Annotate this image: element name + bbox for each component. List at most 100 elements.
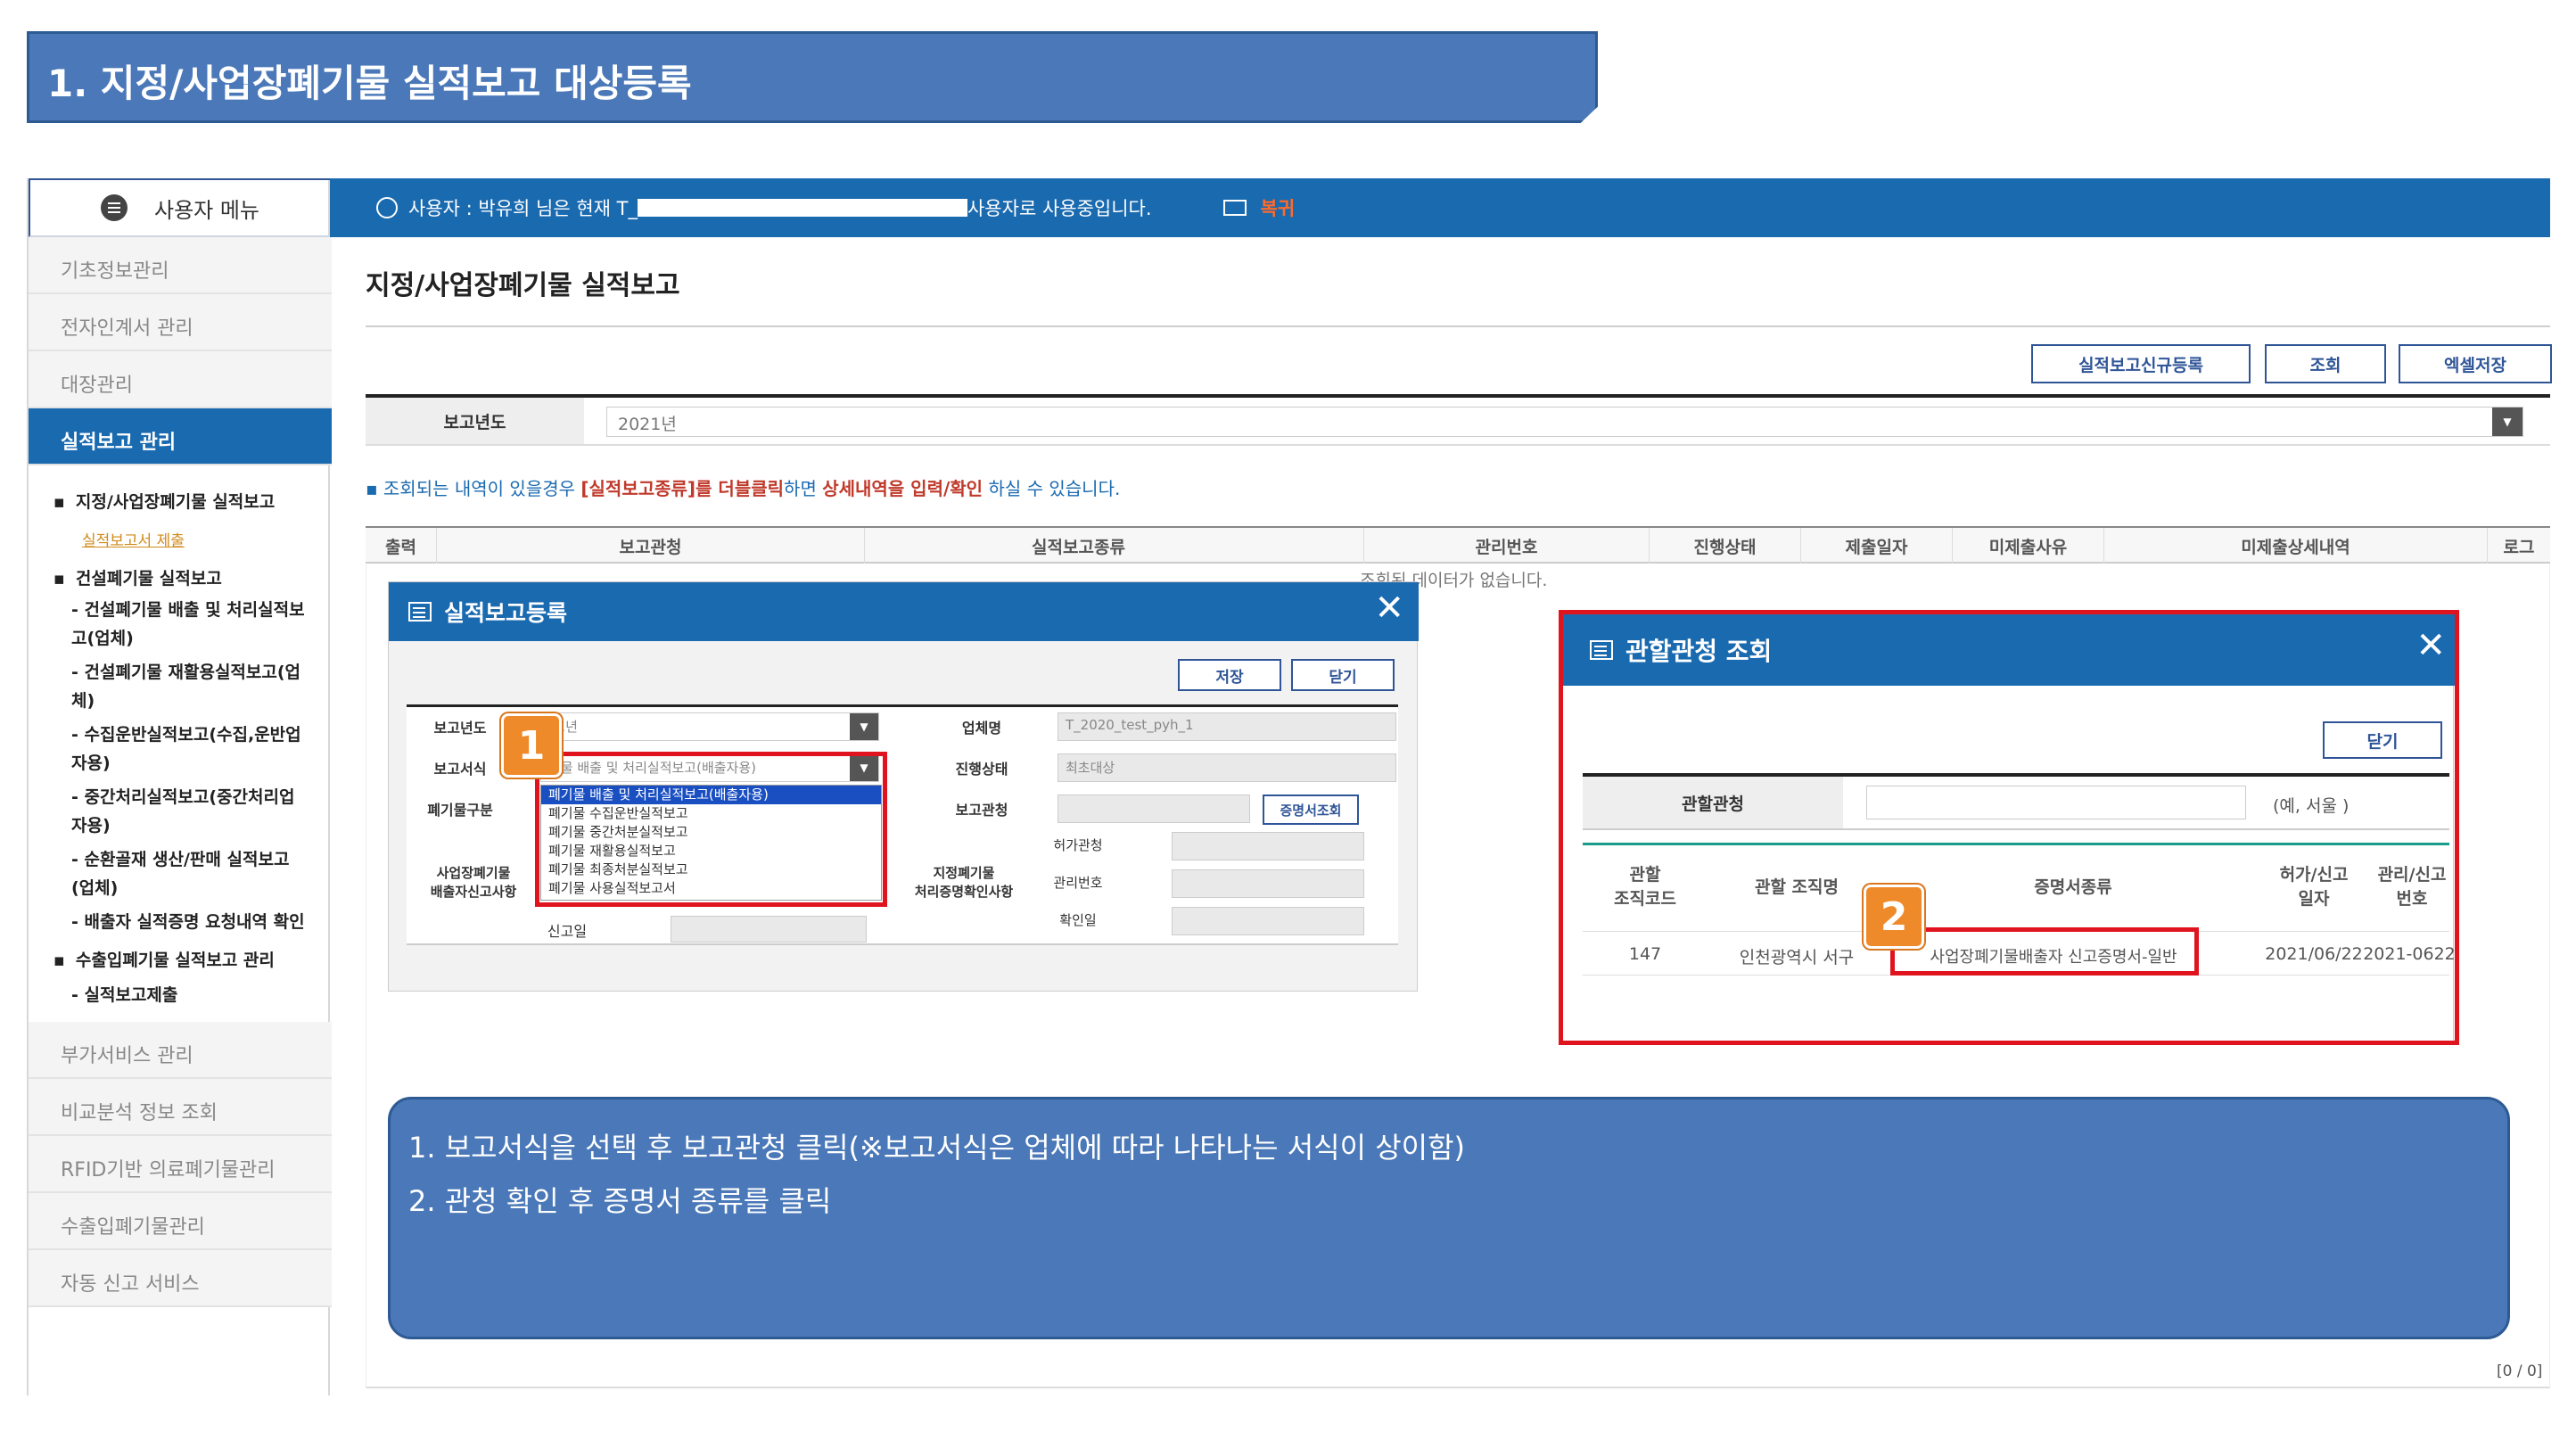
sidebar-item-comparison[interactable]: 비교분석 정보 조회 xyxy=(29,1079,332,1136)
sidebar-item-label: 부가서비스 관리 xyxy=(61,1045,193,1067)
submenu-recycled-aggregate[interactable]: - 순환골재 생산/판매 실적보고 (업체) xyxy=(29,845,332,902)
submenu-intermediate-treatment[interactable]: - 중간처리실적보고(중간처리업 자용) xyxy=(29,783,332,840)
highlight-box-2 xyxy=(1890,927,2199,976)
chevron-down-icon[interactable]: ▼ xyxy=(2492,408,2523,436)
submenu-label: 체) xyxy=(71,691,95,711)
submenu-label: 지정/사업장폐기물 실적보고 xyxy=(75,492,276,512)
mgmt-number-field xyxy=(1172,869,1364,898)
user-icon xyxy=(376,197,398,218)
biz-report-label: 사업장폐기물 배출자신고사항 xyxy=(430,865,517,900)
column-header[interactable]: 출력 xyxy=(366,528,437,564)
permit-office-label: 허가관청 xyxy=(1053,837,1103,853)
report-year-value: 2021년 xyxy=(618,415,677,434)
submenu-import-export-report[interactable]: 수출입폐기물 실적보고 관리 xyxy=(29,947,332,971)
column-header[interactable]: 진행상태 xyxy=(1650,528,1801,564)
step-badge-1: 1 xyxy=(501,713,562,778)
sidebar-item-label: 대장관리 xyxy=(61,375,133,397)
submenu-emitter-proof[interactable]: - 배출자 실적증명 요청내역 확인 xyxy=(29,908,332,936)
submenu-designated-report[interactable]: 지정/사업장폐기물 실적보고 xyxy=(29,489,332,513)
step-badge-2: 2 xyxy=(1864,885,1924,949)
sidebar-item-auto-report[interactable]: 자동 신고 서비스 xyxy=(29,1250,332,1307)
sidebar-item-label: 전자인계서 관리 xyxy=(61,317,193,340)
submenu-collection-transport[interactable]: - 수집운반실적보고(수집,운반업 자용) xyxy=(29,720,332,778)
submenu-label: - 건설폐기물 배출 및 처리실적보 xyxy=(71,600,305,620)
close-button[interactable]: 닫기 xyxy=(1291,659,1395,691)
filter-row: 보고년도 2021년 ▼ xyxy=(366,394,2550,446)
sidebar-item-e-handover[interactable]: 전자인계서 관리 xyxy=(29,294,332,351)
notice-highlight: [실적보고종류]를 더블클릭 xyxy=(580,478,785,499)
column-header[interactable]: 제출일자 xyxy=(1801,528,1953,564)
sidebar-item-performance-report[interactable]: 실적보고 관리 xyxy=(29,408,332,465)
submenu-label: - 건설폐기물 재활용실적보고(업 xyxy=(71,663,301,682)
certificate-search-button[interactable]: 증명서조회 xyxy=(1263,794,1359,825)
submenu-report-submit[interactable]: - 실적보고제출 xyxy=(29,981,332,1009)
save-button[interactable]: 저장 xyxy=(1178,659,1281,691)
sidebar-item-extra-service[interactable]: 부가서비스 관리 xyxy=(29,1022,332,1079)
sidebar-item-label: 자동 신고 서비스 xyxy=(61,1273,200,1296)
sidebar-item-import-export[interactable]: 수출입폐기물관리 xyxy=(29,1193,332,1250)
column-header[interactable]: 미제출사유 xyxy=(1953,528,2104,564)
designated-proof-label: 지정폐기물 처리증명확인사항 xyxy=(914,865,1014,900)
top-bar: 사용자 : 박유희 님은 현재 T_ 사용자로 사용중입니다. 복귀 xyxy=(330,178,2550,237)
waste-type-label: 폐기물구분 xyxy=(427,802,493,819)
sidebar-item-label: 실적보고 관리 xyxy=(61,432,177,454)
submenu-construction-report[interactable]: 건설폐기물 실적보고 xyxy=(29,565,332,589)
masked-company-name xyxy=(637,199,967,217)
report-year-select[interactable]: 2021년 ▼ xyxy=(606,407,2523,437)
company-field: T_2020_test_pyh_1 xyxy=(1058,712,1396,741)
search-button[interactable]: 조회 xyxy=(2265,344,2386,383)
column-header[interactable]: 실적보고종류 xyxy=(794,528,1364,564)
notice-text: ▪ 조회되는 내역이 있을경우 [실적보고종류]를 더블클릭하면 상세내역을 입… xyxy=(366,474,1120,500)
excel-save-button[interactable]: 엑셀저장 xyxy=(2399,344,2552,383)
submenu-label: 자용) xyxy=(71,753,111,773)
company-label: 업체명 xyxy=(961,720,1002,737)
report-date-field[interactable] xyxy=(671,916,867,943)
sidebar-item-label: 수출입폐기물관리 xyxy=(61,1216,205,1239)
sidebar-item-rfid[interactable]: RFID기반 의료폐기물관리 xyxy=(29,1136,332,1193)
column-header[interactable]: 로그 xyxy=(2488,528,2550,564)
submenu-label: 자용) xyxy=(71,816,111,836)
report-form-label: 보고서식 xyxy=(433,761,487,778)
submenu-construction-recycle[interactable]: - 건설폐기물 재활용실적보고(업체) xyxy=(29,658,332,715)
chevron-down-icon[interactable]: ▼ xyxy=(850,713,878,740)
report-office-field[interactable] xyxy=(1058,794,1250,823)
notice-part: 하면 xyxy=(784,478,823,499)
instruction-line: 1. 보고서식을 선택 후 보고관청 클릭(※보고서식은 업체에 따라 나타나는… xyxy=(408,1131,1465,1165)
permit-office-field xyxy=(1172,832,1364,860)
user-status-suffix: 사용자로 사용중입니다. xyxy=(967,198,1152,219)
new-report-button[interactable]: 실적보고신규등록 xyxy=(2031,344,2251,383)
close-icon[interactable]: ✕ xyxy=(1374,588,1404,629)
back-icon[interactable] xyxy=(1222,200,1247,216)
report-year-field[interactable]: 21년 ▼ xyxy=(540,712,879,741)
sidebar-item-basic-info[interactable]: 기초정보관리 xyxy=(29,237,332,294)
highlight-box-1 xyxy=(535,752,887,907)
sidebar-item-label: 비교분석 정보 조회 xyxy=(61,1102,218,1124)
divider xyxy=(366,325,2550,327)
notice-highlight: 상세내역을 입력/확인 xyxy=(822,478,983,499)
slide-title: 1. 지정/사업장폐기물 실적보고 대상등록 xyxy=(47,62,692,105)
submenu-label: - 실적보고제출 xyxy=(71,985,178,1005)
sidebar-header[interactable]: 사용자 메뉴 xyxy=(29,178,332,237)
report-grid-header: 출력 보고관청 실적보고종류 관리번호 진행상태 제출일자 미제출사유 미제출상… xyxy=(366,526,2550,564)
report-year-label: 보고년도 xyxy=(433,720,487,737)
sidebar-item-ledger[interactable]: 대장관리 xyxy=(29,351,332,408)
submenu-construction-disposal[interactable]: - 건설폐기물 배출 및 처리실적보 고(업체) xyxy=(29,596,332,653)
column-header[interactable]: 관리번호 xyxy=(1364,528,1650,564)
highlight-box-dialog xyxy=(1559,610,2459,1045)
back-link[interactable]: 복귀 xyxy=(1261,194,1296,221)
submenu-label: - 순환골재 생산/판매 실적보고 xyxy=(71,850,290,869)
window-icon xyxy=(408,602,432,622)
submenu-link-submit[interactable]: 실적보고서 제출 xyxy=(29,528,332,550)
status-label: 진행상태 xyxy=(955,761,1008,778)
column-header[interactable]: 미제출상세내역 xyxy=(2104,528,2488,564)
submenu-label: 건설폐기물 실적보고 xyxy=(75,569,222,589)
mgmt-number-label: 관리번호 xyxy=(1053,875,1103,891)
report-date-label: 신고일 xyxy=(547,923,588,940)
submenu-label: 수출입폐기물 실적보고 관리 xyxy=(75,951,275,970)
sidebar-item-label: RFID기반 의료폐기물관리 xyxy=(61,1159,276,1181)
sidebar-item-label: 기초정보관리 xyxy=(61,260,169,283)
dialog-title: 실적보고등록 xyxy=(444,600,568,626)
confirm-date-field xyxy=(1172,907,1364,935)
sidebar: 사용자 메뉴 기초정보관리 전자인계서 관리 대장관리 실적보고 관리 지정/사… xyxy=(27,178,332,1395)
submenu-label: 실적보고서 제출 xyxy=(82,532,185,550)
